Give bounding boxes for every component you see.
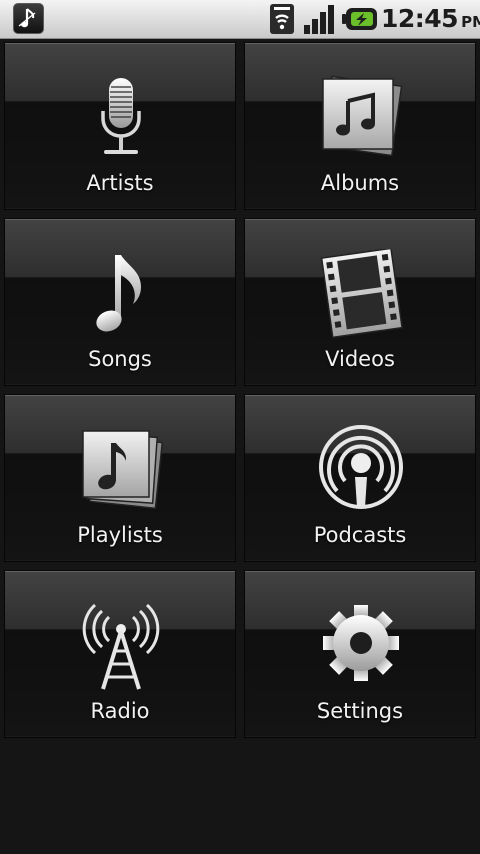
podcast-icon (311, 425, 411, 515)
sd-card-icon (269, 3, 295, 39)
playlist-icon (71, 425, 171, 515)
tile-artists[interactable]: Artists (4, 42, 236, 210)
music-notification-icon[interactable] (13, 3, 44, 34)
status-clock: 12:45 PM (381, 2, 480, 36)
tile-songs-label: Songs (88, 347, 152, 371)
film-strip-icon (311, 249, 411, 339)
signal-strength-icon (303, 3, 337, 39)
tile-podcasts-label: Podcasts (313, 523, 407, 547)
status-bar[interactable]: 12:45 PM (0, 0, 480, 39)
tile-playlists-label: Playlists (77, 523, 163, 547)
tile-songs[interactable]: Songs (4, 218, 236, 386)
tile-albums-label: Albums (320, 171, 400, 195)
tile-videos[interactable]: Videos (244, 218, 476, 386)
music-note-icon (71, 249, 171, 339)
tile-settings[interactable]: Settings (244, 570, 476, 738)
tile-playlists[interactable]: Playlists (4, 394, 236, 562)
tile-podcasts[interactable]: Podcasts (244, 394, 476, 562)
album-icon (311, 73, 411, 163)
tile-radio[interactable]: Radio (4, 570, 236, 738)
battery-charging-icon (342, 6, 378, 36)
clock-time: 12:45 (381, 4, 459, 33)
clock-ampm: PM (461, 13, 480, 31)
tile-radio-label: Radio (90, 699, 150, 723)
tile-settings-label: Settings (316, 699, 404, 723)
radio-tower-icon (71, 601, 171, 691)
gear-icon (311, 601, 411, 691)
microphone-icon (71, 73, 171, 163)
tile-albums[interactable]: Albums (244, 42, 476, 210)
tile-artists-label: Artists (86, 171, 154, 195)
tile-videos-label: Videos (325, 347, 395, 371)
